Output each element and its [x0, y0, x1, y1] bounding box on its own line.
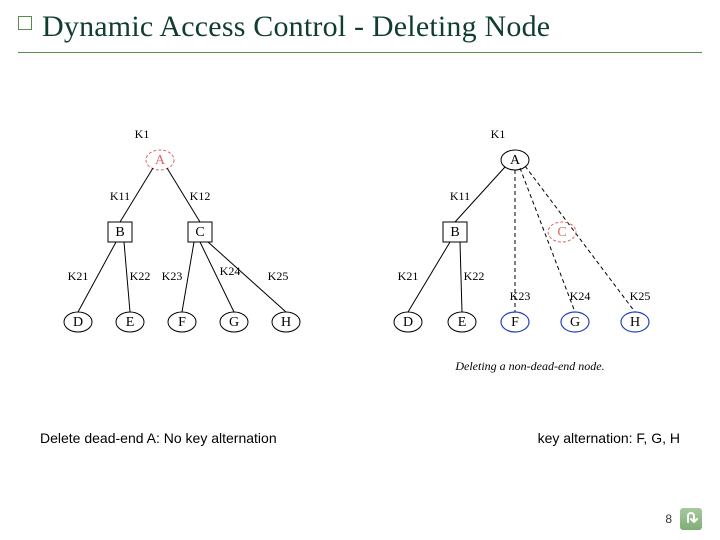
left-key-be: K22: [130, 269, 151, 283]
left-node-g-label: G: [229, 315, 239, 330]
left-node-e-label: E: [126, 315, 135, 330]
right-root-key: K1: [491, 130, 506, 141]
left-edge-cf: [182, 242, 194, 312]
left-node-b-label: B: [115, 225, 124, 240]
left-key-ch: K25: [268, 269, 289, 283]
left-root-key: K1: [135, 130, 150, 141]
right-node-f-label: F: [511, 315, 519, 330]
right-key-ch: K25: [630, 289, 651, 303]
right-node-c-label: C: [557, 225, 566, 240]
left-node-a-label: A: [155, 153, 166, 168]
slide-footer: 8: [665, 508, 702, 530]
left-node-h-label: H: [281, 315, 291, 330]
left-key-bd: K21: [68, 269, 89, 283]
diagram-area: K1 A K11 K12 B C K21 K22 K23 K24 K25 D E…: [50, 130, 690, 430]
caption-row: Delete dead-end A: No key alternation ke…: [40, 430, 680, 446]
right-tree: K1 A K11 B C K21 K22 K23 K24 K25 D E F: [394, 130, 650, 373]
right-key-be: K22: [464, 269, 485, 283]
left-node-f-label: F: [178, 315, 186, 330]
left-key-ac: K12: [190, 189, 211, 203]
slide-title-bar: Dynamic Access Control - Deleting Node: [18, 10, 702, 53]
right-key-cf: K23: [510, 289, 531, 303]
return-icon[interactable]: [680, 508, 702, 530]
page-number: 8: [665, 512, 672, 526]
right-node-d-label: D: [403, 315, 413, 330]
right-key-bd: K21: [398, 269, 419, 283]
right-node-b-label: B: [450, 225, 459, 240]
caption-right: key alternation: F, G, H: [538, 430, 680, 446]
right-node-g-label: G: [570, 315, 580, 330]
left-node-d-label: D: [73, 315, 83, 330]
tree-diagrams-svg: K1 A K11 K12 B C K21 K22 K23 K24 K25 D E…: [50, 130, 690, 430]
figure-caption: Deleting a non-dead-end node.: [454, 359, 604, 373]
left-key-ab: K11: [110, 189, 130, 203]
left-tree: K1 A K11 K12 B C K21 K22 K23 K24 K25 D E…: [64, 130, 300, 332]
right-key-ab: K11: [450, 189, 470, 203]
right-key-cg: K24: [570, 289, 591, 303]
left-node-c-label: C: [195, 225, 204, 240]
caption-left: Delete dead-end A: No key alternation: [40, 430, 277, 446]
left-key-cf: K23: [162, 269, 183, 283]
left-key-cg: K24: [220, 264, 241, 278]
right-edge-be: [460, 242, 462, 312]
right-node-h-label: H: [630, 315, 640, 330]
u-turn-arrow-icon: [683, 511, 699, 527]
slide-title: Dynamic Access Control - Deleting Node: [42, 10, 550, 43]
right-node-a-label: A: [510, 153, 521, 168]
right-node-e-label: E: [458, 315, 467, 330]
